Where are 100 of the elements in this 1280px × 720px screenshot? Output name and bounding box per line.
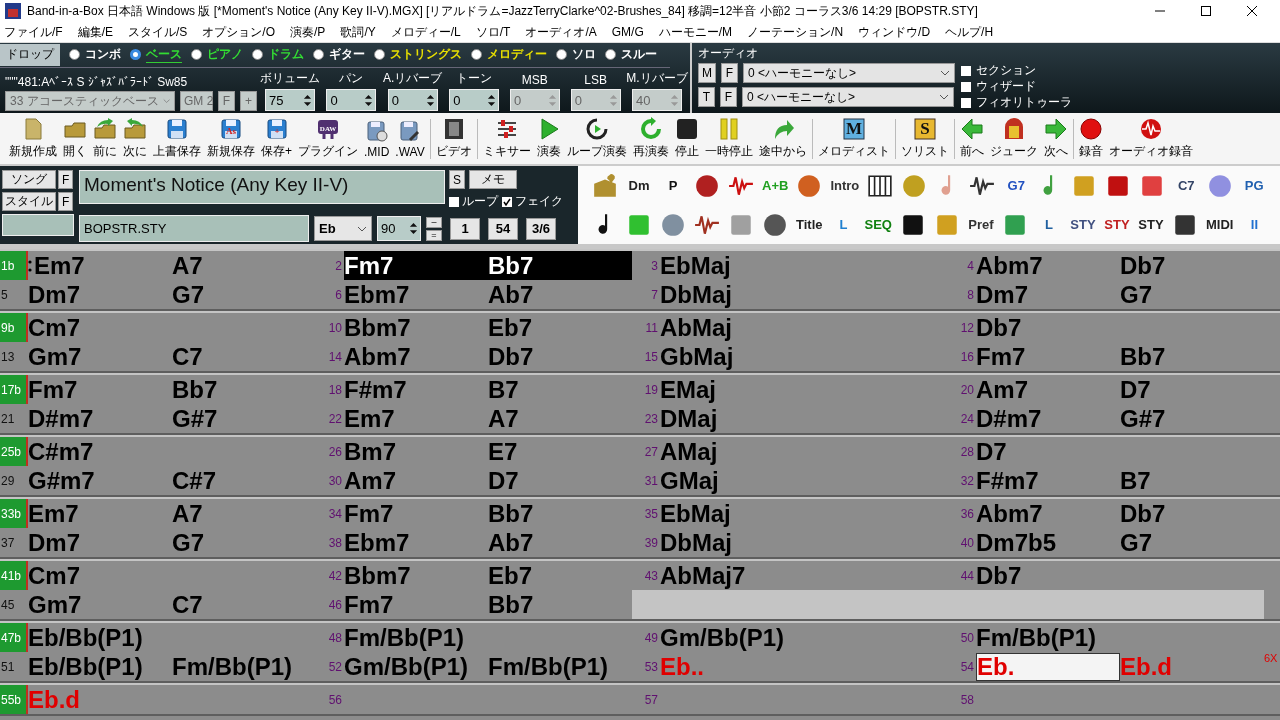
bar-cell[interactable]: DbMaj — [660, 280, 948, 309]
radio-button[interactable] — [313, 49, 324, 60]
style-button[interactable]: スタイル — [2, 192, 56, 211]
toolbar-button[interactable]: ミキサー — [479, 117, 534, 160]
circle-icon[interactable] — [796, 172, 823, 199]
key-dropdown[interactable]: Eb — [314, 216, 372, 241]
toolbar-button[interactable]: 上書保存 — [150, 117, 204, 160]
bar-cell[interactable]: G#m7 C#7 — [28, 466, 316, 495]
bar-cell[interactable]: DbMaj — [660, 528, 948, 557]
radio-button[interactable] — [471, 49, 482, 60]
spin-arrows-icon[interactable] — [364, 92, 374, 108]
bar-cell[interactable]: Gm/Bb(P1) Fm/Bb(P1) — [344, 652, 632, 681]
radio-button[interactable] — [191, 49, 202, 60]
bar-cell[interactable]: Abm7 Db7 — [344, 342, 632, 371]
spin-field[interactable]: 75 — [265, 89, 315, 111]
toolbar-button[interactable]: 次へ — [1040, 117, 1071, 160]
bar-cell[interactable]: Abm7 Db7 — [976, 499, 1264, 528]
radio-button[interactable] — [556, 49, 567, 60]
close-icon[interactable] — [1246, 5, 1258, 17]
toolbar-button[interactable]: 停止 — [671, 117, 702, 160]
bar-cell[interactable]: Fm/Bb(P1) — [976, 623, 1264, 652]
checkbox[interactable] — [961, 65, 971, 76]
menu-item[interactable]: スタイル/S — [128, 23, 188, 41]
toolbar-button[interactable]: 演奏 — [533, 117, 564, 160]
toolbar-button[interactable]: 前に — [90, 117, 120, 160]
toolbar-button[interactable]: 新規作成 — [6, 117, 60, 160]
menu-item[interactable]: 演奏/P — [290, 23, 326, 41]
toolbar-button[interactable]: M メロディスト — [814, 117, 893, 160]
menu-item[interactable]: GM/G — [611, 25, 644, 39]
circle-icon[interactable] — [660, 211, 686, 238]
tool-label[interactable]: SEQ — [864, 217, 892, 232]
input-field[interactable] — [2, 214, 74, 236]
bar-cell[interactable]: Fm7 Bb7 — [28, 375, 316, 404]
bar-cell[interactable]: Ebm7 Ab7 — [344, 280, 632, 309]
bar-cell[interactable]: EbMaj — [660, 499, 948, 528]
spin-arrows-icon[interactable] — [487, 92, 497, 108]
menu-item[interactable]: オプション/O — [202, 23, 276, 41]
bar-cell[interactable]: D#m7 G#7 — [976, 404, 1264, 433]
harmony-dropdown[interactable]: 0 <ハーモニーなし> — [743, 63, 955, 83]
menu-item[interactable]: ノーテーション/N — [747, 23, 844, 41]
memo-button[interactable]: メモ — [469, 170, 517, 189]
bar-cell[interactable]: Cm7 — [28, 561, 316, 590]
chorus-button[interactable]: 3/6 — [526, 217, 556, 240]
menu-item[interactable]: 編集/E — [77, 23, 113, 41]
menu-item[interactable]: ハーモニー/M — [658, 23, 733, 41]
menu-item[interactable]: オーディオ/A — [525, 23, 597, 41]
bar-cell[interactable]: Gm7 C7 — [28, 342, 316, 371]
bar-cell[interactable]: AbMaj7 — [660, 561, 948, 590]
bar-cell[interactable]: DMaj — [660, 404, 948, 433]
tool-label[interactable]: Intro — [830, 178, 860, 193]
bar-cell[interactable]: Dm7b5 G7 — [976, 528, 1264, 557]
minus-button[interactable]: – — [426, 216, 442, 228]
toolbar-button[interactable]: 一時停止 — [701, 117, 756, 160]
toolbar-button[interactable]: ビデオ — [432, 117, 475, 160]
menu-item[interactable]: ウィンドウ/D — [858, 23, 931, 41]
song-title-field[interactable]: Moment's Notice (Any Key II-V) — [79, 170, 445, 204]
toolbar-button[interactable]: 録音 — [1075, 117, 1106, 160]
radio-button[interactable] — [374, 49, 385, 60]
radio-button[interactable] — [130, 49, 141, 60]
bar-cell[interactable]: D#m7 G#7 — [28, 404, 316, 433]
checkbox[interactable] — [961, 97, 971, 108]
bar-cell[interactable]: Abm7 Db7 — [976, 251, 1264, 280]
toolbar-button[interactable]: ループ演奏 — [563, 117, 630, 160]
bar-cell[interactable]: EMaj — [660, 375, 948, 404]
bar-cell[interactable]: Bbm7 Eb7 — [344, 561, 632, 590]
bar-cell[interactable]: Em7 A7 — [28, 499, 316, 528]
harmony-dropdown[interactable]: 0 <ハーモニーなし> — [742, 87, 954, 107]
toolbar-button[interactable]: 再演奏 — [629, 117, 672, 160]
f-button[interactable]: F — [58, 170, 74, 189]
bar-cell[interactable]: D7 — [976, 437, 1264, 466]
bar-cell[interactable]: Eb/Bb(P1) Fm/Bb(P1) — [28, 652, 316, 681]
tool-label[interactable]: P — [660, 178, 686, 193]
harmony-button[interactable]: F — [721, 63, 738, 83]
tool-label[interactable]: STY — [1069, 217, 1096, 232]
tool-label[interactable]: Pref — [967, 217, 994, 232]
menu-item[interactable]: ソロ/T — [475, 23, 511, 41]
checkbox[interactable] — [502, 196, 512, 207]
toolbar-button[interactable]: ジューク — [986, 117, 1041, 160]
spin-field[interactable]: 0 — [326, 89, 377, 111]
maximize-icon[interactable] — [1200, 5, 1212, 17]
toolbar-button[interactable]: .MID — [361, 118, 393, 159]
style-field[interactable]: BOPSTR.STY — [79, 215, 309, 242]
bar-cell[interactable]: Fm7 Bb7 — [344, 590, 632, 619]
tool-label[interactable]: L — [1035, 217, 1062, 232]
checkbox[interactable] — [449, 196, 459, 207]
toolbar-button[interactable]: 前へ — [956, 117, 987, 160]
checkbox[interactable] — [961, 81, 971, 92]
bar-cell[interactable]: AbMaj — [660, 313, 948, 342]
tool-label[interactable]: L — [830, 217, 857, 232]
toolbar-button[interactable]: 開く — [60, 117, 90, 160]
tool-label[interactable]: Title — [796, 217, 823, 232]
drop-button[interactable]: ドロップ — [0, 43, 60, 66]
tool-label[interactable]: PG — [1241, 178, 1268, 193]
bar-cell[interactable]: GbMaj — [660, 342, 948, 371]
bar-cell[interactable]: Cm7 — [28, 313, 316, 342]
bar-cell[interactable]: Fm/Bb(P1) — [344, 623, 632, 652]
spin-arrows-icon[interactable] — [409, 221, 418, 236]
tool-label[interactable]: STY — [1103, 217, 1130, 232]
tool-label[interactable]: MIDI — [1205, 217, 1234, 232]
toolbar-button[interactable]: 途中から — [755, 117, 810, 160]
